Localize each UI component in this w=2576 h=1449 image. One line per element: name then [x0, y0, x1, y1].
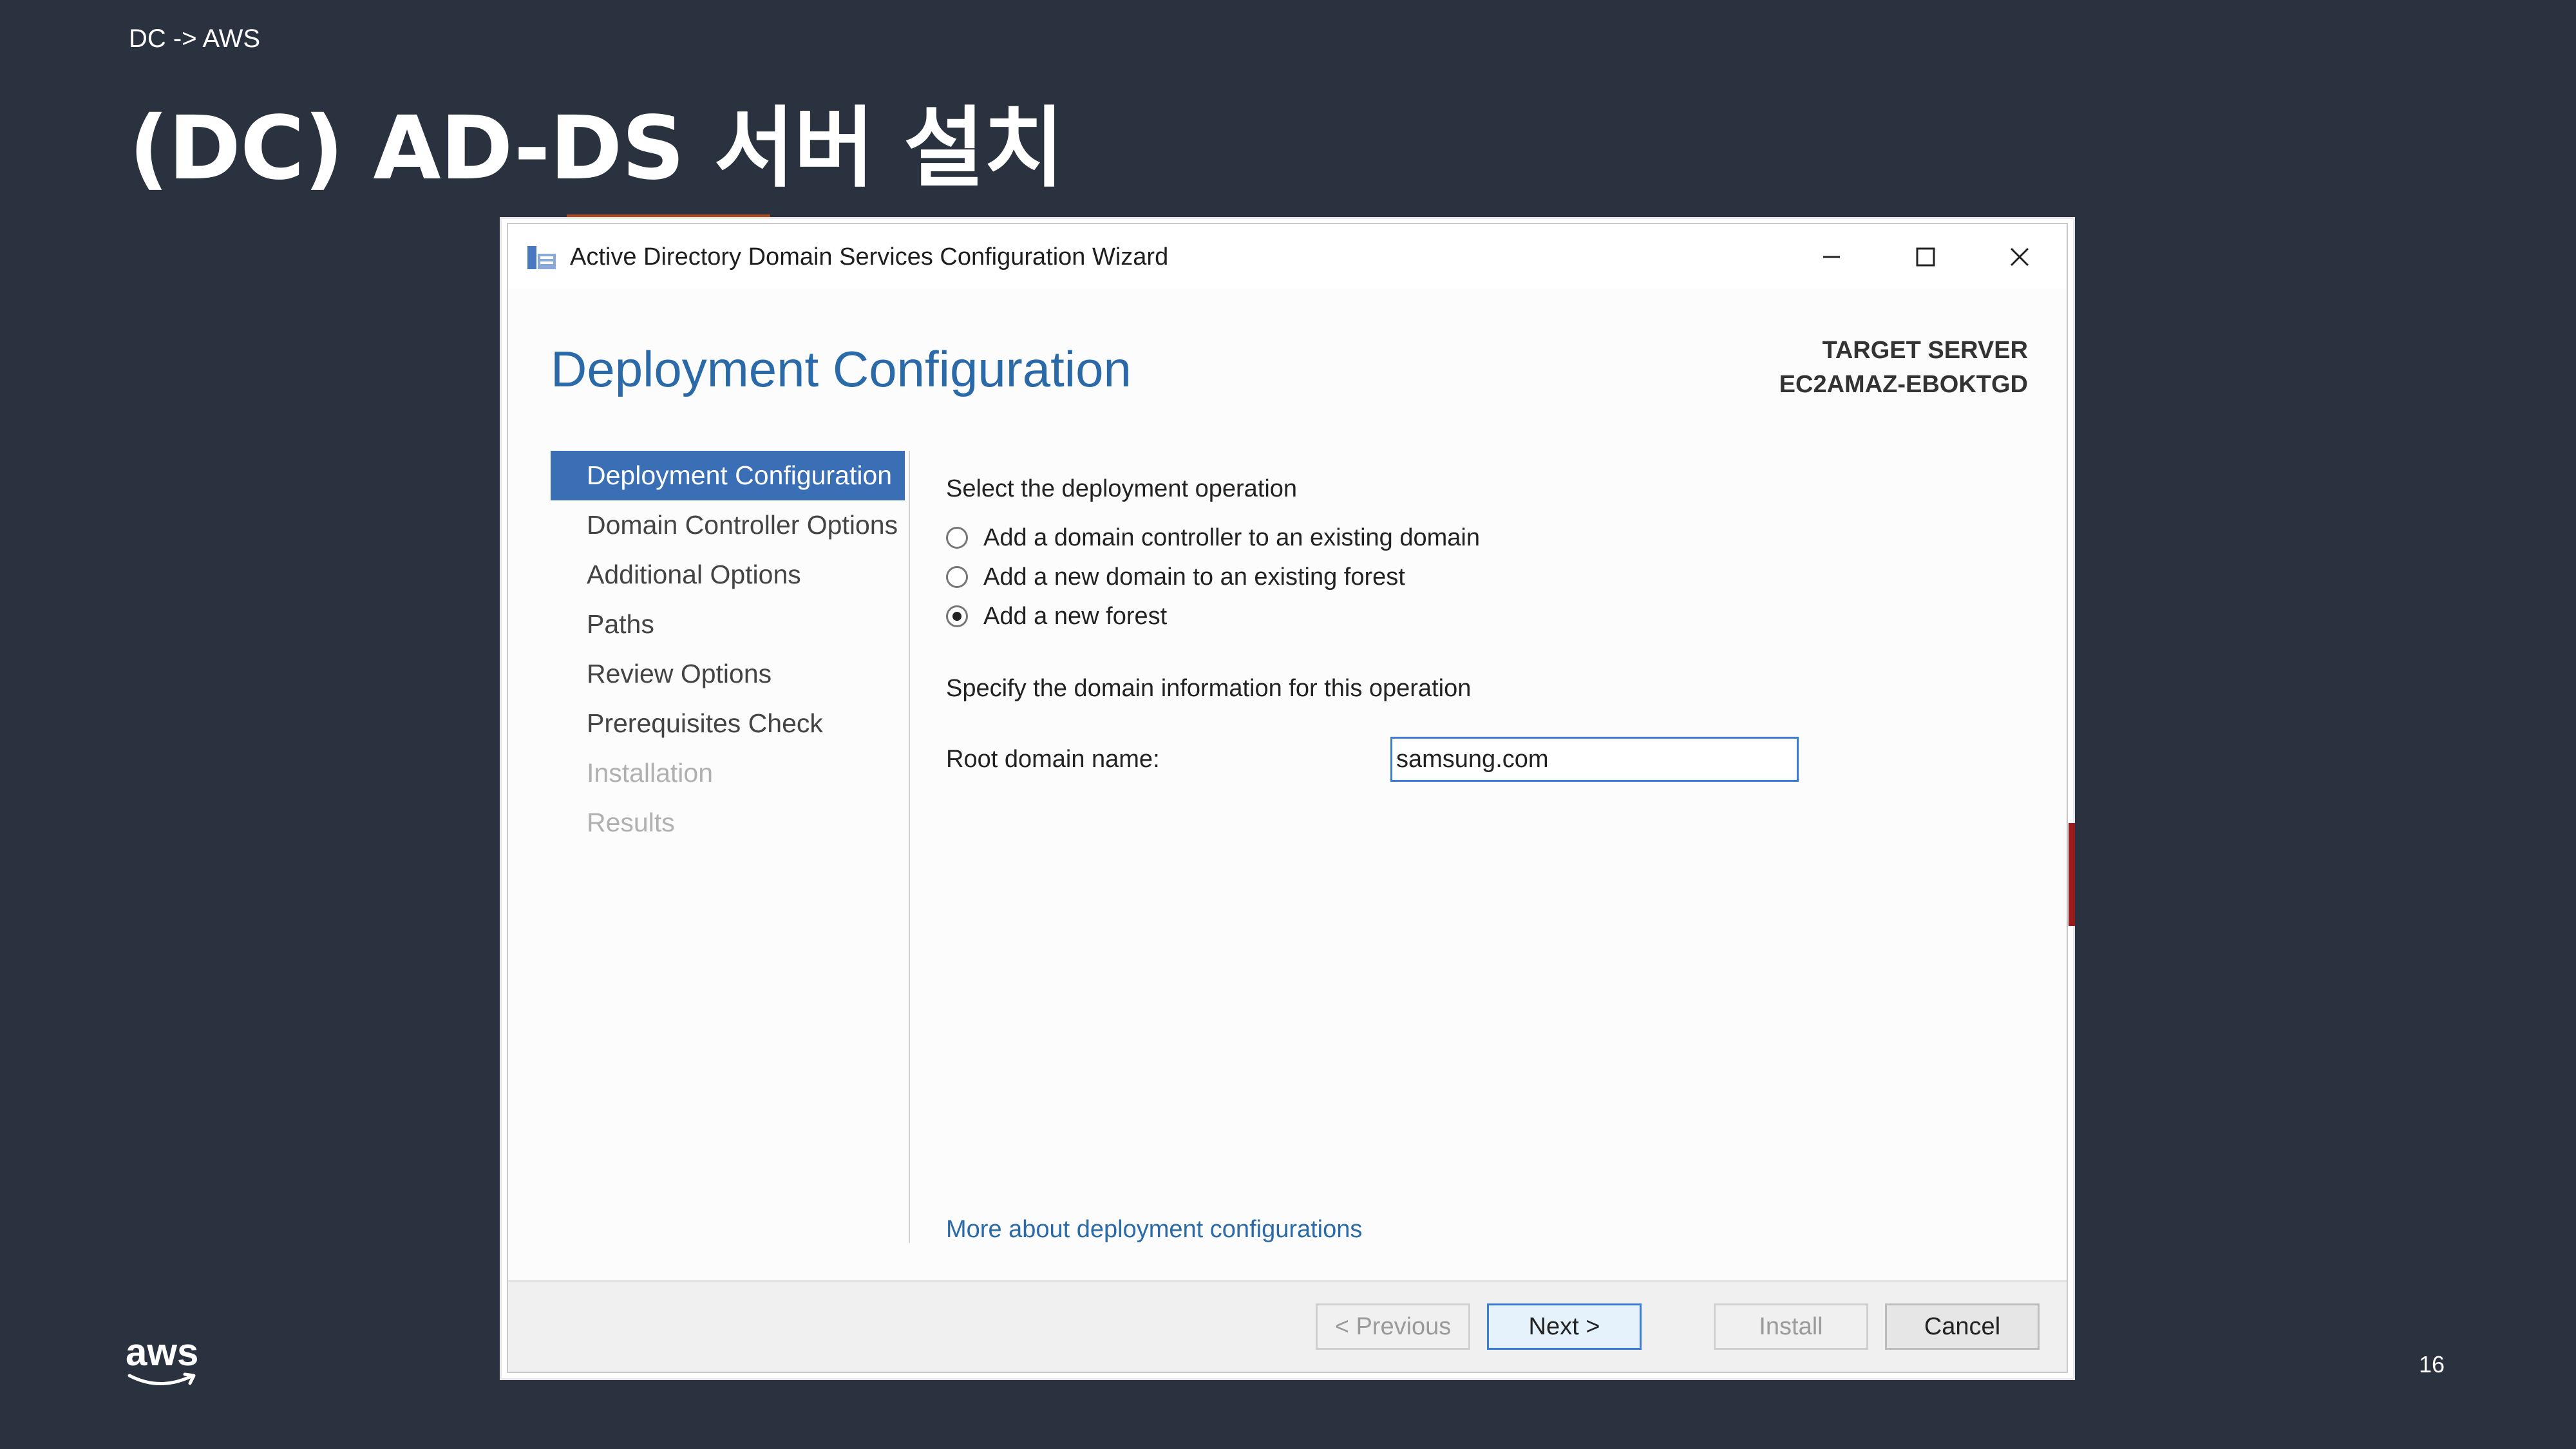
option-label: Add a new forest [983, 602, 1168, 630]
page-number: 16 [2419, 1351, 2445, 1378]
next-button[interactable]: Next > [1487, 1303, 1642, 1350]
target-server-name: EC2AMAZ-EBOKTGD [1779, 371, 2028, 398]
nav-item-prerequisites-check[interactable]: Prerequisites Check [551, 699, 905, 748]
option-label: Add a domain controller to an existing d… [983, 524, 1481, 551]
root-domain-input[interactable] [1390, 737, 1799, 782]
breadcrumb: DC -> AWS [129, 24, 261, 53]
nav-item-additional-options[interactable]: Additional Options [551, 550, 905, 600]
wizard-window: Active Directory Domain Services Configu… [500, 217, 2075, 1380]
option-add-dc-existing-domain[interactable]: Add a domain controller to an existing d… [946, 522, 1480, 554]
radio-button[interactable] [946, 566, 968, 588]
page-title: (DC) AD-DS 서버 설치 [129, 98, 1064, 200]
target-server-label: TARGET SERVER [1822, 337, 2028, 364]
aws-smile-icon [128, 1372, 196, 1385]
previous-button: < Previous [1316, 1303, 1470, 1350]
radio-button-checked[interactable] [946, 605, 968, 627]
nav-item-domain-controller-options[interactable]: Domain Controller Options [551, 500, 905, 550]
nav-divider [909, 451, 910, 1243]
option-add-new-forest[interactable]: Add a new forest [946, 600, 1167, 632]
nav-item-paths[interactable]: Paths [551, 600, 905, 649]
window-content: Active Directory Domain Services Configu… [507, 223, 2068, 1373]
minimize-icon[interactable] [1796, 236, 1867, 278]
server-manager-icon [527, 246, 556, 269]
wizard-footer: < Previous Next > Install Cancel [508, 1280, 2067, 1372]
root-domain-label: Root domain name: [946, 746, 1160, 773]
nav-item-deployment-configuration[interactable]: Deployment Configuration [551, 451, 905, 500]
background-window-edge [2069, 823, 2075, 926]
cancel-button[interactable]: Cancel [1885, 1303, 2040, 1350]
operation-label: Select the deployment operation [946, 475, 1298, 502]
aws-logo: aws [126, 1333, 203, 1391]
maximize-icon[interactable] [1890, 236, 1961, 278]
option-add-domain-existing-forest[interactable]: Add a new domain to an existing forest [946, 561, 1405, 593]
wizard-heading: Deployment Configuration [551, 341, 1132, 397]
nav-item-review-options[interactable]: Review Options [551, 649, 905, 699]
close-icon[interactable] [1984, 236, 2055, 278]
radio-button[interactable] [946, 527, 968, 549]
wizard-nav: Deployment Configuration Domain Controll… [551, 451, 905, 848]
nav-item-installation: Installation [587, 758, 714, 788]
nav-item-results: Results [587, 808, 675, 837]
install-button: Install [1714, 1303, 1868, 1350]
more-about-deployment-link[interactable]: More about deployment configurations [946, 1216, 1362, 1244]
title-bar[interactable]: Active Directory Domain Services Configu… [508, 224, 2067, 289]
window-title: Active Directory Domain Services Configu… [570, 243, 1169, 270]
domain-info-label: Specify the domain information for this … [946, 675, 1472, 702]
option-label: Add a new domain to an existing forest [983, 563, 1405, 591]
